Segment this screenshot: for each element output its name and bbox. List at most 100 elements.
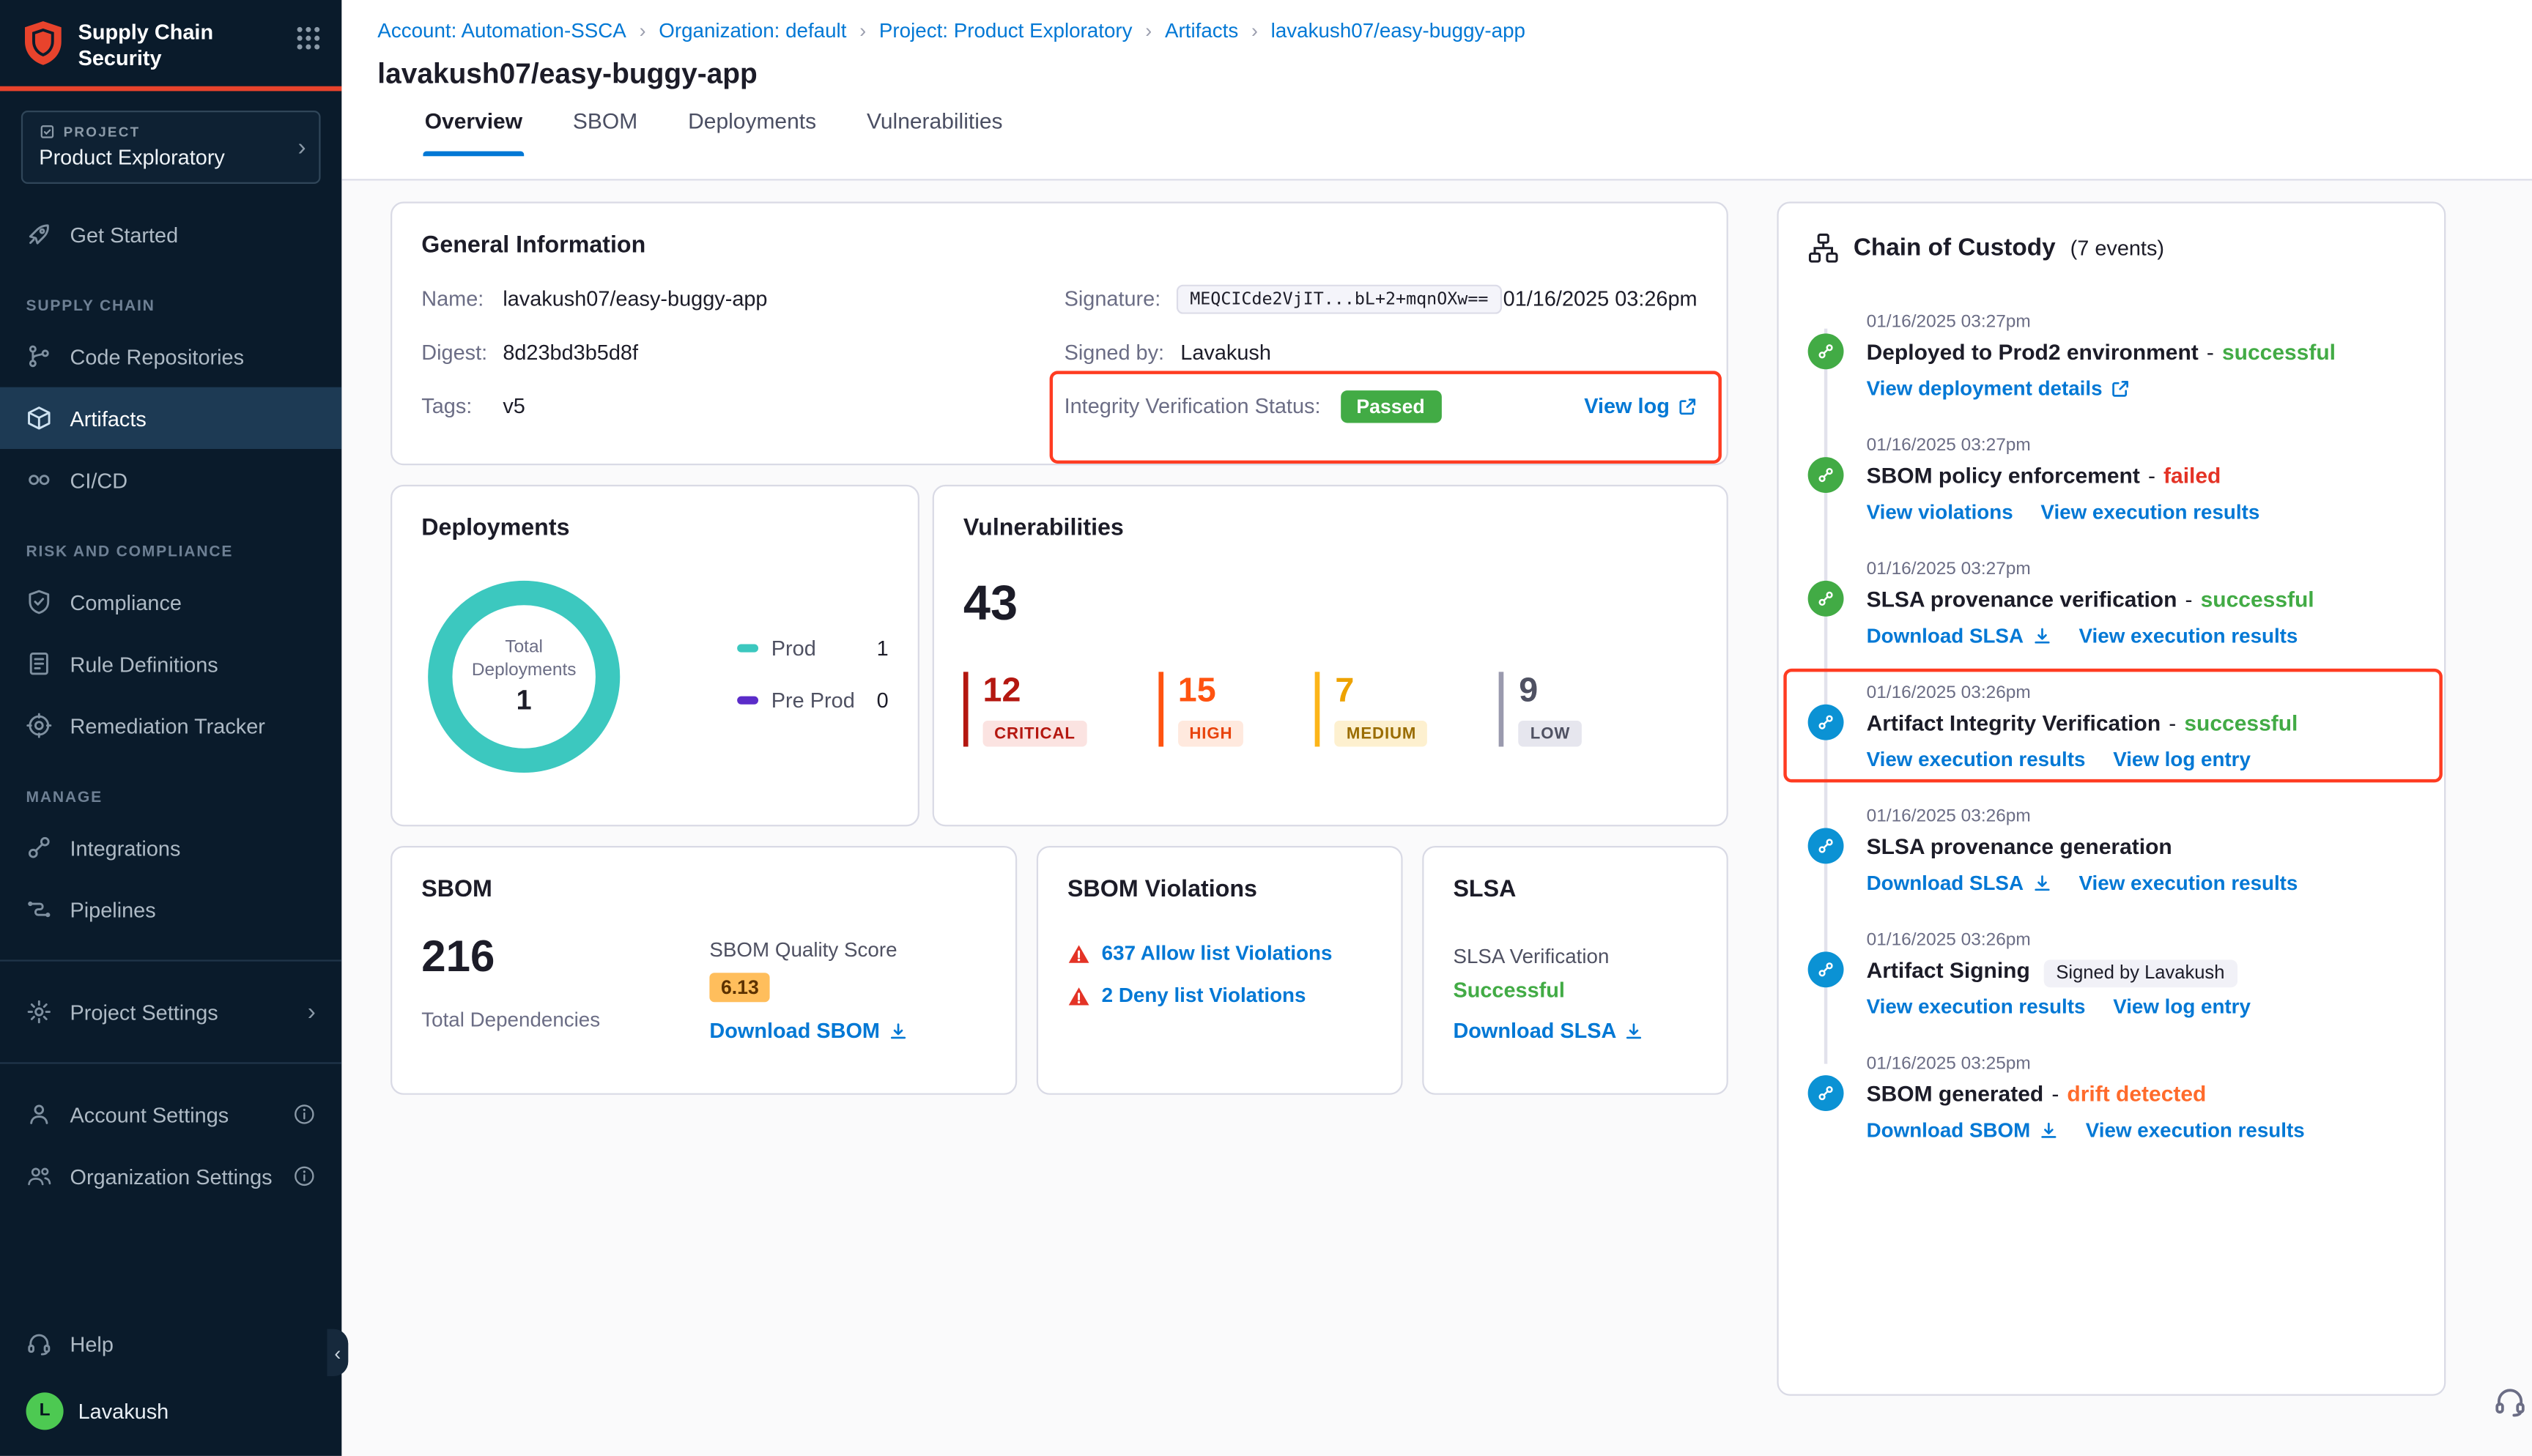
view-log-entry-link[interactable]: View log entry [2113, 995, 2251, 1018]
allow-list-violations-link[interactable]: 637 Allow list Violations [1102, 942, 1333, 965]
event-title: SLSA provenance generation [1867, 834, 2416, 858]
view-execution-results-link[interactable]: View execution results [2079, 872, 2298, 895]
download-slsa-link[interactable]: Download SLSA [1867, 625, 2051, 647]
tab-bar: Overview SBOM Deployments Vulnerabilitie… [423, 97, 2532, 155]
sidebar-item-remediation-tracker[interactable]: Remediation Tracker [0, 695, 341, 757]
download-sbom-link[interactable]: Download SBOM [1867, 1119, 2058, 1142]
breadcrumb: Account: Automation-SSCA › Organization:… [377, 20, 2532, 42]
main-header: Account: Automation-SSCA › Organization:… [341, 0, 2532, 181]
card-title: Deployments [421, 516, 888, 542]
custody-event-sbom-policy: 01/16/2025 03:27pm SBOM policy enforceme… [1808, 436, 2415, 524]
sidebar-header: Supply Chain Security [0, 0, 341, 92]
breadcrumb-artifacts[interactable]: Artifacts [1165, 20, 1238, 42]
download-sbom-link[interactable]: Download SBOM [709, 1018, 907, 1042]
sidebar: Supply Chain Security PROJECT Product Ex… [0, 0, 341, 1456]
sidebar-item-label: Rule Definitions [70, 652, 218, 676]
tab-overview[interactable]: Overview [423, 97, 524, 155]
download-slsa-link[interactable]: Download SLSA [1867, 872, 2051, 895]
section-label-manage: MANAGE [26, 790, 316, 807]
field-name: Name: lavakush07/easy-buggy-app [421, 281, 1064, 316]
legend-marker-preprod [737, 697, 758, 705]
sbom-card: SBOM 216 Total Dependencies SBOM Quality… [390, 846, 1017, 1095]
sidebar-item-code-repositories[interactable]: Code Repositories [0, 326, 341, 387]
severity-high: 15 HIGH [1158, 672, 1244, 746]
nodes-icon [26, 835, 53, 861]
project-selector[interactable]: PROJECT Product Exploratory › [21, 111, 321, 184]
view-deployment-details-link[interactable]: View deployment details [1867, 377, 2131, 400]
sidebar-item-get-started[interactable]: Get Started [0, 204, 341, 265]
view-execution-results-link[interactable]: View execution results [2086, 1119, 2305, 1142]
sidebar-item-compliance[interactable]: Compliance [0, 571, 341, 633]
view-log-entry-link[interactable]: View log entry [2113, 749, 2251, 771]
user-profile[interactable]: L Lavakush [0, 1375, 341, 1446]
sidebar-item-project-settings[interactable]: Project Settings › [0, 981, 341, 1043]
chevron-right-icon: › [308, 998, 316, 1026]
breadcrumb-separator: › [640, 20, 646, 42]
sidebar-item-account-settings[interactable]: Account Settings [0, 1084, 341, 1145]
tab-vulnerabilities[interactable]: Vulnerabilities [865, 97, 1004, 155]
severity-row: 12 CRITICAL 15 HIGH 7 MEDIUM 9 LOW [963, 672, 1698, 746]
card-title: General Information [421, 233, 1697, 259]
chain-of-custody-count: (7 events) [2070, 236, 2164, 260]
view-execution-results-link[interactable]: View execution results [1867, 995, 2086, 1018]
custody-event-slsa-verification: 01/16/2025 03:27pm SLSA provenance verif… [1808, 560, 2415, 647]
sbom-total: 216 [421, 932, 709, 983]
deny-list-violations-link[interactable]: 2 Deny list Violations [1102, 984, 1306, 1007]
breadcrumb-organization[interactable]: Organization: default [659, 20, 846, 42]
breadcrumb-project[interactable]: Project: Product Exploratory [879, 20, 1133, 42]
sidebar-item-integrations[interactable]: Integrations [0, 817, 341, 878]
headset-icon [26, 1331, 53, 1357]
project-label: PROJECT [64, 124, 141, 140]
field-tags: Tags: v5 [421, 389, 1064, 423]
rocket-icon [26, 221, 53, 248]
person-icon [26, 1102, 53, 1128]
download-icon [2032, 874, 2051, 894]
infinity-icon [26, 467, 53, 494]
sidebar-item-rule-definitions[interactable]: Rule Definitions [0, 633, 341, 694]
external-link-icon [1678, 396, 1698, 416]
event-time: 01/16/2025 03:26pm [1867, 930, 2416, 950]
sbom-quality-score-badge: 6.13 [709, 973, 770, 1002]
event-status-icon [1808, 951, 1844, 987]
event-status: successful [2222, 340, 2336, 364]
hierarchy-icon [1808, 233, 1839, 264]
view-execution-results-link[interactable]: View execution results [2079, 625, 2298, 647]
legend-item-prod: Prod 1 [737, 636, 889, 660]
event-title: SBOM policy enforcement-failed [1867, 464, 2416, 488]
breadcrumb-account[interactable]: Account: Automation-SSCA [377, 20, 626, 42]
supply-chain-security-logo-icon [23, 20, 64, 67]
page-title: lavakush07/easy-buggy-app [377, 57, 2532, 92]
sidebar-item-organization-settings[interactable]: Organization Settings [0, 1145, 341, 1207]
project-icon [39, 124, 55, 140]
support-headset-icon[interactable] [2493, 1384, 2528, 1419]
tab-deployments[interactable]: Deployments [686, 97, 818, 155]
sidebar-collapse-handle[interactable]: ‹ [327, 1329, 348, 1376]
sidebar-item-help[interactable]: Help [0, 1312, 341, 1374]
sidebar-item-cicd[interactable]: CI/CD [0, 449, 341, 510]
slsa-verification-label: SLSA Verification [1453, 945, 1697, 967]
tab-sbom[interactable]: SBOM [571, 97, 640, 155]
event-status: drift detected [2067, 1082, 2206, 1106]
breadcrumb-current[interactable]: lavakush07/easy-buggy-app [1271, 20, 1525, 42]
view-execution-results-link[interactable]: View execution results [1867, 749, 2086, 771]
view-execution-results-link[interactable]: View execution results [2040, 501, 2259, 524]
app-root: Supply Chain Security PROJECT Product Ex… [0, 0, 2532, 1456]
section-label-risk-and-compliance: RISK AND COMPLIANCE [26, 543, 316, 561]
download-slsa-link[interactable]: Download SLSA [1453, 1018, 1644, 1042]
field-signature: Signature: MEQCICde2VjIT...bL+2+mqnOXw==… [1065, 281, 1698, 316]
sidebar-divider [0, 1063, 341, 1064]
view-log-link[interactable]: View log [1584, 394, 1697, 418]
view-violations-link[interactable]: View violations [1867, 501, 2013, 524]
download-icon [1625, 1021, 1645, 1041]
sidebar-item-pipelines[interactable]: Pipelines [0, 879, 341, 940]
violation-row: 637 Allow list Violations [1067, 942, 1372, 965]
sidebar-item-artifacts[interactable]: Artifacts [0, 387, 341, 449]
external-link-icon [2111, 379, 2131, 399]
event-status-icon [1808, 705, 1844, 740]
pipeline-icon [26, 896, 53, 923]
custody-timeline: 01/16/2025 03:27pm Deployed to Prod2 env… [1808, 312, 2415, 1142]
event-time: 01/16/2025 03:27pm [1867, 436, 2416, 456]
app-switcher-icon[interactable] [295, 24, 322, 52]
field-integrity-status: Integrity Verification Status: Passed Vi… [1065, 389, 1698, 423]
breadcrumb-separator: › [1145, 20, 1152, 42]
